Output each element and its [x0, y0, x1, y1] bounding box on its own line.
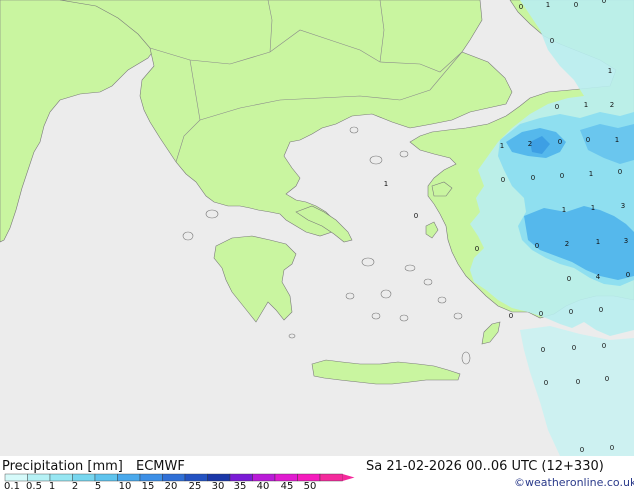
point-value: 1 — [608, 67, 612, 75]
point-value: 1 — [562, 206, 566, 214]
legend-swatch — [117, 473, 141, 482]
point-value: 0 — [531, 174, 535, 182]
point-value: 2 — [565, 240, 569, 248]
point-value: 1 — [591, 204, 595, 212]
point-value: 3 — [621, 202, 625, 210]
point-value: 1 — [384, 180, 388, 188]
legend-swatch — [162, 473, 186, 482]
point-value: 3 — [624, 237, 628, 245]
point-value: 0 — [567, 275, 571, 283]
point-value: 1 — [589, 170, 593, 178]
footer-model: ECMWF — [136, 459, 185, 474]
legend-tick-label: 30 — [212, 481, 225, 490]
legend-tick-label: 45 — [281, 481, 294, 490]
point-value: 0 — [602, 0, 606, 5]
point-value: 0 — [501, 176, 505, 184]
footer-credit: ©weatheronline.co.uk — [514, 476, 634, 489]
point-value: 0 — [475, 245, 479, 253]
point-value: 0 — [519, 3, 523, 11]
point-value: 0 — [618, 168, 622, 176]
point-value: 2 — [610, 101, 614, 109]
point-value: 0 — [576, 378, 580, 386]
point-value: 0 — [555, 103, 559, 111]
point-value: 1 — [615, 136, 619, 144]
point-value: 0 — [558, 138, 562, 146]
legend-swatch — [94, 473, 118, 482]
point-value: 0 — [535, 242, 539, 250]
point-value: 0 — [569, 308, 573, 316]
point-value: 1 — [596, 238, 600, 246]
legend-tick-label: 35 — [234, 481, 247, 490]
point-value: 0 — [539, 310, 543, 318]
point-value: 0 — [586, 136, 590, 144]
legend-tick-label: 25 — [189, 481, 202, 490]
point-value: 0 — [560, 172, 564, 180]
point-value: 0 — [610, 444, 614, 452]
legend-tick-label: 5 — [95, 481, 101, 490]
legend-swatch — [229, 473, 253, 482]
point-value: 0 — [599, 306, 603, 314]
point-value: 1 — [584, 101, 588, 109]
point-value: 1 — [500, 142, 504, 150]
point-value: 0 — [509, 312, 513, 320]
legend-swatch — [27, 473, 51, 482]
legend-swatch — [4, 473, 28, 482]
legend-tick-label: 50 — [304, 481, 317, 490]
point-value: 0 — [572, 344, 576, 352]
legend-tick-label: 1 — [49, 481, 55, 490]
legend-swatch — [252, 473, 276, 482]
legend-tick-label: 0.5 — [26, 481, 42, 490]
legend-tick-label: 40 — [257, 481, 270, 490]
legend-swatch — [319, 473, 343, 482]
point-value: 4 — [596, 273, 601, 281]
point-value: 1 — [546, 1, 550, 9]
point-value: 0 — [544, 379, 548, 387]
precipitation-map: 0 1 0 0010 1 21 2 0 0 11 0 0 0 1 001 1 30 0 2 1 30 4 00 0 0 00 0 00… — [0, 0, 634, 490]
legend-swatch — [72, 473, 96, 482]
footer-datetime: Sa 21-02-2026 00..06 UTC (12+330) — [366, 459, 604, 474]
legend-swatch — [184, 473, 208, 482]
point-value: 0 — [605, 375, 609, 383]
legend-tick-label: 10 — [119, 481, 132, 490]
footer-title: Precipitation [mm] — [2, 459, 123, 474]
legend-swatch — [49, 473, 73, 482]
legend-tick-label: 20 — [165, 481, 178, 490]
legend-swatch — [207, 473, 231, 482]
legend-swatch — [274, 473, 298, 482]
point-value: 0 — [580, 446, 584, 454]
legend-swatch — [139, 473, 163, 482]
legend-tick-label: 15 — [142, 481, 155, 490]
point-value: 0 — [602, 342, 606, 350]
point-value: 0 — [541, 346, 545, 354]
point-value: 0 — [550, 37, 554, 45]
point-value: 0 — [626, 271, 630, 279]
point-value: 0 — [574, 1, 578, 9]
point-value: 2 — [528, 140, 532, 148]
point-value: 0 — [414, 212, 418, 220]
legend-tick-label: 0.1 — [4, 481, 20, 490]
legend-swatch — [297, 473, 321, 482]
legend-tick-label: 2 — [72, 481, 78, 490]
